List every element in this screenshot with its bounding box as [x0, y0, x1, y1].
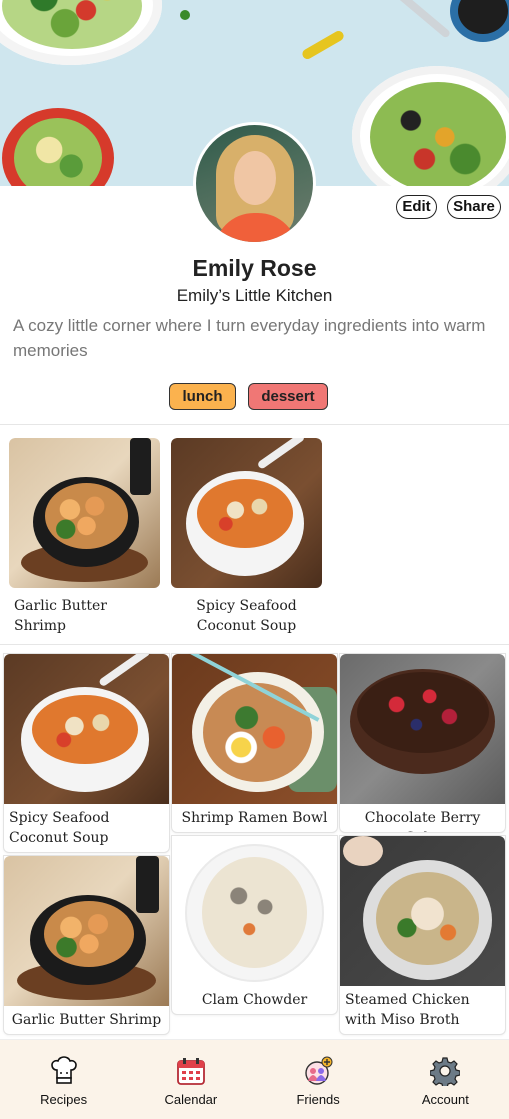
recipe-title: Garlic Butter Shrimp	[14, 598, 108, 634]
featured-recipe-card[interactable]: Garlic Butter Shrimp	[9, 438, 160, 638]
recipe-title: Garlic Butter Shrimp	[11, 1012, 162, 1028]
friends-add-icon	[305, 1056, 333, 1085]
recipe-image	[4, 856, 169, 1006]
avatar	[193, 122, 316, 245]
edit-button[interactable]: Edit	[396, 195, 437, 219]
kitchen-name: Emily’s Little Kitchen	[176, 286, 333, 305]
recipe-image	[9, 438, 160, 588]
nav-recipes[interactable]: Recipes	[0, 1040, 127, 1119]
recipe-image	[340, 836, 505, 986]
calendar-icon	[176, 1058, 205, 1085]
recipe-card[interactable]: Steamed Chicken with Miso Broth	[339, 835, 506, 1035]
chef-hat-icon	[50, 1056, 77, 1084]
recipe-image	[4, 654, 169, 804]
share-button[interactable]: Share	[447, 195, 501, 219]
nav-label: Calendar	[164, 1092, 218, 1107]
profile-name: Emily Rose	[192, 255, 317, 281]
recipe-title: Clam Chowder	[201, 992, 308, 1008]
nav-account[interactable]: Account	[382, 1040, 509, 1119]
recipe-title: Spicy Seafood Coconut Soup	[196, 598, 297, 634]
recipe-image	[340, 654, 505, 804]
recipe-card[interactable]: Chocolate Berry Cake	[339, 653, 506, 833]
divider	[0, 644, 509, 645]
nav-label: Account	[421, 1092, 469, 1107]
divider	[0, 424, 509, 425]
nav-calendar[interactable]: Calendar	[127, 1040, 254, 1119]
recipe-image	[172, 654, 337, 804]
gear-icon	[430, 1057, 461, 1086]
recipe-title: Steamed Chicken with Miso Broth	[345, 992, 470, 1028]
recipe-card[interactable]: Garlic Butter Shrimp	[3, 855, 170, 1035]
recipe-card[interactable]: Spicy Seafood Coconut Soup	[3, 653, 170, 853]
tag-lunch[interactable]: lunch	[169, 383, 236, 410]
recipe-title: Spicy Seafood Coconut Soup	[9, 810, 110, 846]
recipe-card[interactable]: Shrimp Ramen Bowl	[171, 653, 338, 833]
nav-label: Recipes	[40, 1092, 88, 1107]
recipe-image	[172, 836, 337, 986]
recipe-image	[171, 438, 322, 588]
profile-bio: A cozy little corner where I turn everyd…	[13, 316, 486, 360]
nav-label: Friends	[296, 1092, 340, 1107]
bottom-nav: Recipes Calendar Friends Account	[0, 1039, 509, 1119]
recipe-title: Chocolate Berry Cake	[364, 810, 481, 832]
tag-dessert[interactable]: dessert	[248, 383, 328, 410]
recipe-card[interactable]: Clam Chowder	[171, 835, 338, 1015]
recipe-title: Shrimp Ramen Bowl	[181, 810, 328, 826]
featured-recipe-card[interactable]: Spicy Seafood Coconut Soup	[171, 438, 322, 638]
nav-friends[interactable]: Friends	[255, 1040, 382, 1119]
